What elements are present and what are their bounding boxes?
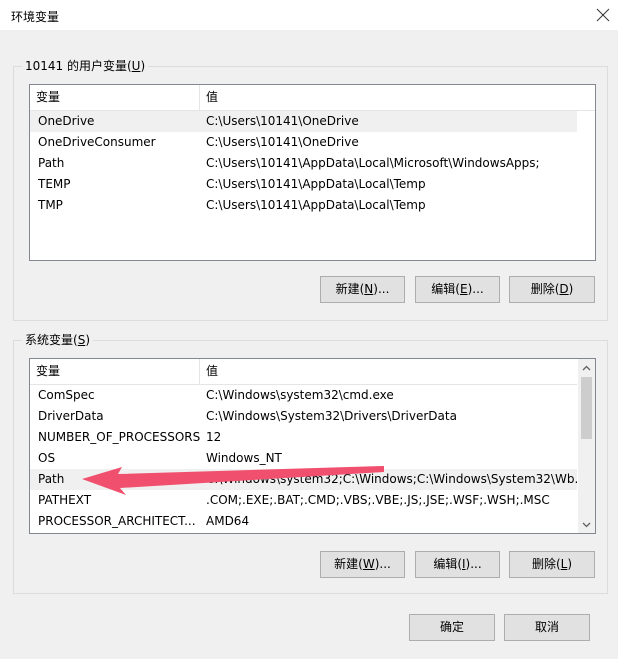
variable-value: Windows_NT: [206, 451, 282, 465]
variable-value: C:\Windows\system32\cmd.exe: [206, 388, 394, 402]
variable-name: ComSpec: [38, 388, 95, 402]
column-header-variable[interactable]: 变量: [30, 359, 199, 384]
vertical-scrollbar[interactable]: [578, 359, 595, 533]
variable-value: C:\Users\10141\AppData\Local\Microsoft\W…: [206, 156, 540, 170]
close-button[interactable]: [588, 0, 618, 30]
variable-name: DriverData: [38, 409, 104, 423]
list-item[interactable]: OS Windows_NT: [30, 448, 577, 469]
list-header: 变量 值: [30, 359, 577, 385]
variable-value: C:\Windows\system32;C:\Windows;C:\Window…: [206, 472, 577, 486]
scrollbar-thumb[interactable]: [581, 377, 592, 439]
variable-name: PROCESSOR_ARCHITECT...: [38, 514, 196, 528]
user-delete-button[interactable]: 删除(D): [509, 276, 595, 303]
chevron-down-icon: [582, 522, 591, 527]
list-item[interactable]: NUMBER_OF_PROCESSORS 12: [30, 427, 577, 448]
column-header-variable[interactable]: 变量: [30, 85, 199, 110]
cancel-button[interactable]: 取消: [504, 614, 590, 641]
variable-value: .COM;.EXE;.BAT;.CMD;.VBS;.VBE;.JS;.JSE;.…: [206, 493, 550, 507]
title-bar: 环境变量: [0, 0, 618, 30]
variable-value: C:\Windows\System32\Drivers\DriverData: [206, 409, 457, 423]
variable-value: C:\Users\10141\OneDrive: [206, 114, 359, 128]
chevron-up-icon: [582, 365, 591, 370]
variable-value: C:\Users\10141\AppData\Local\Temp: [206, 198, 426, 212]
scroll-down-button[interactable]: [578, 516, 595, 533]
window-title: 环境变量: [11, 10, 60, 24]
variable-name: Path: [38, 472, 65, 486]
system-variables-label: 系统变量(S): [22, 333, 93, 347]
list-item[interactable]: PROCESSOR_ARCHITECT... AMD64: [30, 511, 577, 532]
variable-value: C:\Users\10141\OneDrive: [206, 135, 359, 149]
list-item[interactable]: ComSpec C:\Windows\system32\cmd.exe: [30, 385, 577, 406]
list-item[interactable]: Path C:\Windows\system32;C:\Windows;C:\W…: [30, 469, 577, 490]
variable-name: TMP: [38, 198, 63, 212]
column-header-value[interactable]: 值: [200, 359, 577, 384]
variable-name: TEMP: [38, 177, 71, 191]
variable-name: OneDrive: [38, 114, 95, 128]
list-item[interactable]: OneDrive C:\Users\10141\OneDrive: [30, 111, 577, 132]
user-edit-button[interactable]: 编辑(E)...: [415, 276, 500, 303]
user-variables-label: 10141 的用户变量(U): [22, 59, 149, 73]
variable-value: AMD64: [206, 514, 250, 528]
list-item[interactable]: TMP C:\Users\10141\AppData\Local\Temp: [30, 195, 577, 216]
list-item[interactable]: TEMP C:\Users\10141\AppData\Local\Temp: [30, 174, 577, 195]
list-item[interactable]: OneDriveConsumer C:\Users\10141\OneDrive: [30, 132, 577, 153]
column-header-value[interactable]: 值: [200, 85, 595, 110]
variable-name: OneDriveConsumer: [38, 135, 156, 149]
list-item[interactable]: DriverData C:\Windows\System32\Drivers\D…: [30, 406, 577, 427]
variable-value: 12: [206, 430, 222, 444]
list-item[interactable]: PATHEXT .COM;.EXE;.BAT;.CMD;.VBS;.VBE;.J…: [30, 490, 577, 511]
user-variables-list[interactable]: 变量 值 OneDrive C:\Users\10141\OneDrive On…: [29, 84, 596, 261]
system-delete-button[interactable]: 删除(L): [509, 551, 595, 578]
close-icon: [596, 8, 610, 22]
variable-value: C:\Users\10141\AppData\Local\Temp: [206, 177, 426, 191]
variable-name: OS: [38, 451, 56, 465]
system-new-button[interactable]: 新建(W)...: [320, 551, 405, 578]
variable-name: Path: [38, 156, 65, 170]
user-new-button[interactable]: 新建(N)...: [320, 276, 405, 303]
variable-name: PATHEXT: [38, 493, 92, 507]
list-item[interactable]: Path C:\Users\10141\AppData\Local\Micros…: [30, 153, 577, 174]
system-edit-button[interactable]: 编辑(I)...: [415, 551, 500, 578]
ok-button[interactable]: 确定: [409, 614, 495, 641]
scroll-up-button[interactable]: [578, 359, 595, 376]
variable-name: NUMBER_OF_PROCESSORS: [38, 430, 200, 444]
system-variables-list[interactable]: 变量 值 ComSpec C:\Windows\system32\cmd.exe…: [29, 358, 596, 534]
list-header: 变量 值: [30, 85, 595, 111]
